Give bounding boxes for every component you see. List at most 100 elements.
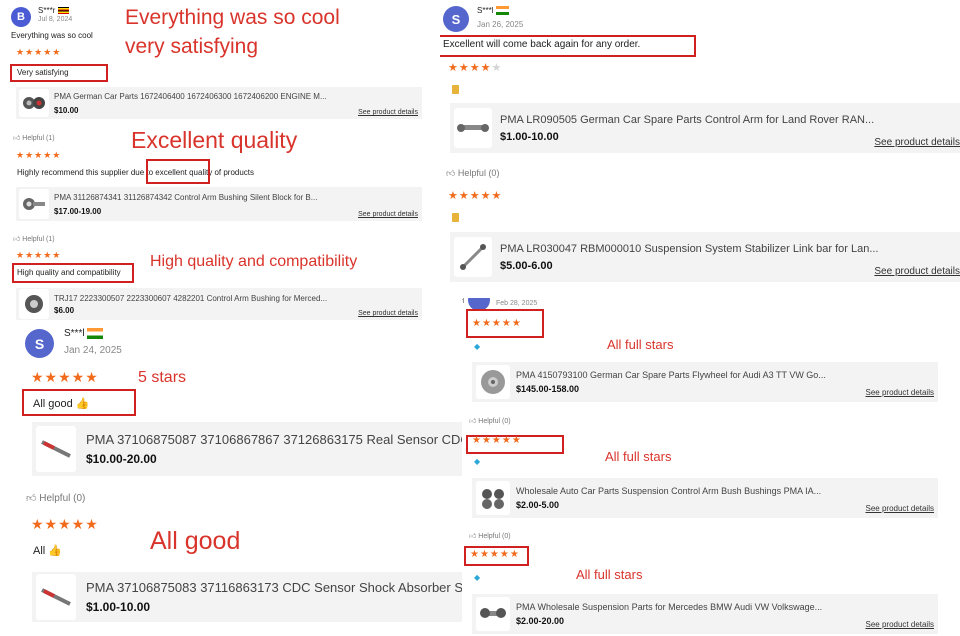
thumbs-up-icon: 👍︎ bbox=[13, 236, 21, 243]
uganda-flag-icon bbox=[57, 7, 69, 15]
helpful-button[interactable]: 👍︎ Helpful (0) bbox=[26, 492, 85, 504]
product-card[interactable]: PMA 31126874341 31126874342 Control Arm … bbox=[16, 187, 422, 221]
helpful-button[interactable]: 👍︎ Helpful (1) bbox=[13, 133, 55, 142]
india-flag-icon bbox=[495, 6, 509, 16]
helpful-button[interactable]: 👍︎ Helpful (0) bbox=[469, 531, 511, 540]
product-title[interactable]: PMA 4150793100 German Car Spare Parts Fl… bbox=[516, 370, 861, 380]
product-card[interactable]: PMA 37106875087 37106867867 37126863175 … bbox=[32, 422, 462, 476]
review-highlight-text: Excellent will come back again for any o… bbox=[443, 39, 641, 50]
see-product-details-link[interactable]: See product details bbox=[866, 504, 935, 513]
annotation-all-full-stars: All full stars bbox=[605, 449, 672, 464]
helpful-button[interactable]: 👍︎ Helpful (0) bbox=[469, 416, 511, 425]
star-rating: ★★★★★ bbox=[472, 435, 522, 446]
highlight-box bbox=[146, 159, 210, 184]
star-rating: ★★★★★ bbox=[470, 549, 520, 560]
product-card[interactable]: Wholesale Auto Car Parts Suspension Cont… bbox=[472, 478, 938, 518]
control-arm-icon bbox=[457, 124, 489, 132]
annotation-excellent-quality: Excellent quality bbox=[131, 127, 298, 153]
star-rating: ★★★★★ bbox=[31, 516, 99, 532]
see-product-details-link[interactable]: See product details bbox=[874, 137, 960, 148]
star-rating: ★★★★★ bbox=[16, 150, 62, 160]
avatar: S bbox=[443, 6, 469, 32]
product-title[interactable]: PMA 37106875087 37106867867 37126863175 … bbox=[86, 432, 462, 447]
thumbs-up-icon: 👍︎ bbox=[469, 533, 477, 540]
product-price: $6.00 bbox=[54, 305, 75, 315]
helpful-button[interactable]: 👍︎ H bbox=[462, 298, 464, 306]
star-rating: ★★★★★ bbox=[448, 62, 503, 74]
reviewer-name: S***r bbox=[38, 6, 56, 15]
annotation-very-satisfying: very satisfying bbox=[125, 35, 259, 58]
review-date: Jul 8, 2024 bbox=[38, 16, 73, 23]
product-image bbox=[476, 597, 510, 631]
reviewer-name: S***l bbox=[64, 328, 85, 340]
product-card[interactable]: PMA German Car Parts 1672406400 16724063… bbox=[16, 87, 422, 119]
review-panel-top-left: B S***r Jul 8, 2024 Everything was so co… bbox=[0, 0, 432, 322]
product-price: $17.00-19.00 bbox=[54, 206, 102, 216]
product-image bbox=[476, 481, 510, 515]
shock-absorber-icon bbox=[41, 588, 71, 606]
helpful-button[interactable]: 👍︎ Helpful (1) bbox=[13, 234, 55, 243]
review-highlight-text: All good 👍 bbox=[33, 398, 90, 410]
product-image bbox=[454, 237, 492, 277]
product-image bbox=[36, 426, 76, 472]
product-title[interactable]: PMA Wholesale Suspension Parts for Merce… bbox=[516, 602, 861, 612]
thumbs-up-icon: 👍︎ bbox=[446, 168, 456, 178]
see-product-details-link[interactable]: See product details bbox=[358, 310, 418, 317]
product-card[interactable]: PMA 37106875083 37116863173 CDC Sensor S… bbox=[32, 572, 462, 622]
avatar: S bbox=[25, 329, 54, 358]
product-image bbox=[476, 365, 510, 399]
product-price: $10.00 bbox=[54, 105, 79, 115]
see-product-details-link[interactable]: See product details bbox=[874, 266, 960, 277]
review-date: Feb 28, 2025 bbox=[496, 300, 538, 307]
diamond-badge-icon: ◆ bbox=[474, 457, 481, 466]
see-product-details-link[interactable]: See product details bbox=[358, 211, 418, 218]
reviewer-name: S***l bbox=[477, 6, 494, 15]
product-price: $2.00-5.00 bbox=[516, 500, 560, 510]
helpful-button[interactable]: 👍︎ Helpful (0) bbox=[446, 168, 499, 179]
flywheel-icon bbox=[481, 370, 505, 394]
see-product-details-link[interactable]: See product details bbox=[866, 620, 935, 629]
product-title[interactable]: PMA 37106875083 37116863173 CDC Sensor S… bbox=[86, 580, 462, 595]
thumbs-up-icon: 👍︎ bbox=[469, 418, 477, 425]
product-card[interactable]: TRJ17 2223300507 2223300607 4282201 Cont… bbox=[16, 288, 422, 320]
review-panel-top-right: S S***l Jan 26, 2025 Excellent will come… bbox=[440, 0, 960, 300]
annotation-5-stars: 5 stars bbox=[138, 369, 187, 386]
product-price: $2.00-20.00 bbox=[516, 616, 565, 626]
product-title[interactable]: PMA LR030047 RBM000010 Suspension System… bbox=[500, 243, 880, 255]
product-price: $1.00-10.00 bbox=[86, 600, 151, 614]
product-image bbox=[19, 89, 49, 117]
product-price: $10.00-20.00 bbox=[86, 452, 157, 466]
engine-mount-icon bbox=[23, 97, 45, 109]
stabilizer-link-icon bbox=[460, 244, 486, 270]
thumbs-up-icon: 👍︎ bbox=[13, 135, 21, 142]
diamond-badge-icon: ◆ bbox=[474, 573, 481, 582]
product-price: $145.00-158.00 bbox=[516, 384, 580, 394]
see-product-details-link[interactable]: See product details bbox=[866, 388, 935, 397]
product-card[interactable]: PMA 4150793100 German Car Spare Parts Fl… bbox=[472, 362, 938, 402]
product-title[interactable]: PMA German Car Parts 1672406400 16724063… bbox=[54, 92, 354, 101]
product-image bbox=[36, 574, 76, 620]
gold-badge-icon bbox=[452, 85, 459, 94]
see-product-details-link[interactable]: See product details bbox=[358, 109, 418, 116]
product-title[interactable]: PMA 31126874341 31126874342 Control Arm … bbox=[54, 193, 354, 202]
india-flag-icon bbox=[87, 328, 104, 339]
thumbs-up-icon: 👍︎ bbox=[26, 493, 37, 504]
annotation-high-quality: High quality and compatibility bbox=[150, 253, 358, 270]
product-image bbox=[19, 289, 49, 319]
star-rating: ★★★★★ bbox=[31, 369, 99, 385]
review-panel-bottom-right: 👍︎ H Feb 28, 2025 ★ ★★★★★ ◆ PMA 41507931… bbox=[462, 298, 960, 636]
annotation-all-full-stars: All full stars bbox=[607, 337, 674, 352]
avatar: B bbox=[11, 7, 31, 27]
product-card[interactable]: PMA LR030047 RBM000010 Suspension System… bbox=[450, 232, 960, 282]
bushing-set-icon bbox=[482, 489, 504, 509]
review-panel-bottom-left: S S***l Jan 24, 2025 ★★★★★ All good 👍 PM… bbox=[0, 322, 462, 636]
star-rating: ★★★★★ bbox=[448, 190, 503, 202]
product-title[interactable]: TRJ17 2223300507 2223300607 4282201 Cont… bbox=[54, 294, 354, 303]
product-title[interactable]: Wholesale Auto Car Parts Suspension Cont… bbox=[516, 486, 861, 496]
product-title[interactable]: PMA LR090505 German Car Spare Parts Cont… bbox=[500, 114, 880, 126]
product-image bbox=[19, 189, 49, 219]
product-card[interactable]: PMA LR090505 German Car Spare Parts Cont… bbox=[450, 103, 960, 153]
bushing-icon bbox=[25, 295, 43, 313]
product-card[interactable]: PMA Wholesale Suspension Parts for Merce… bbox=[472, 594, 938, 634]
product-image bbox=[454, 108, 492, 148]
